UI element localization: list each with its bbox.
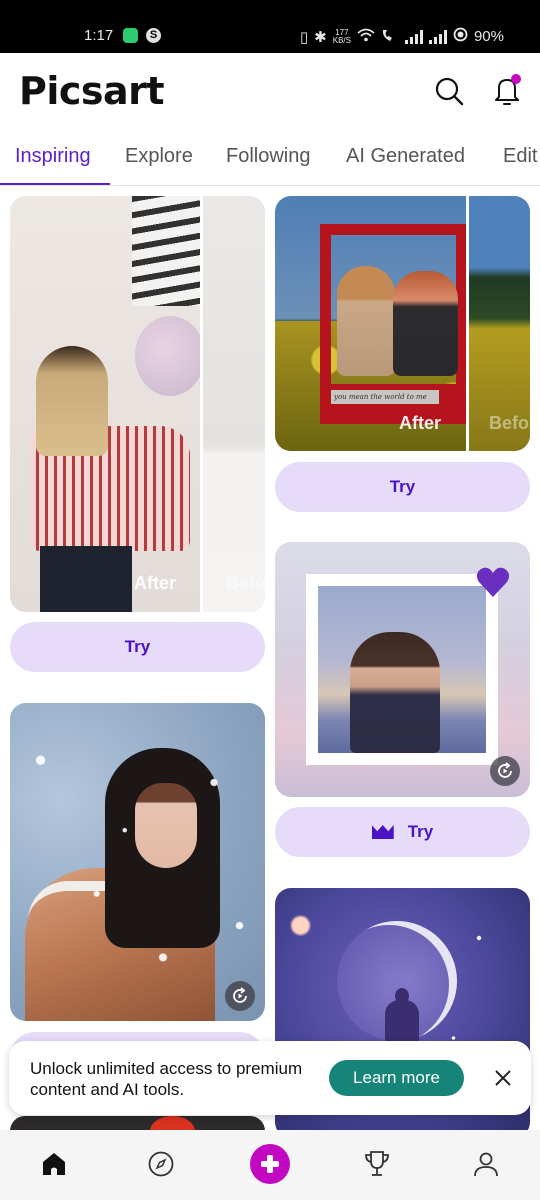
try-label: Try bbox=[389, 477, 416, 496]
home-icon bbox=[43, 1153, 65, 1175]
close-icon bbox=[495, 1070, 511, 1086]
premium-promo-banner: Unlock unlimited access to premium conte… bbox=[9, 1041, 531, 1115]
before-image bbox=[203, 196, 265, 612]
replay-icon bbox=[233, 987, 247, 1003]
nav-profile[interactable] bbox=[470, 1148, 502, 1180]
try-label: Try bbox=[124, 637, 151, 656]
hair bbox=[36, 346, 108, 456]
premium-try-button[interactable]: Try bbox=[275, 807, 530, 857]
network-speed-unit: KB/S bbox=[332, 35, 351, 45]
signal-icon-1 bbox=[404, 29, 423, 44]
text-sticker-overlay bbox=[132, 196, 202, 306]
status-bar: 1:17 S ▯ ✱ 177 KB/S 90% bbox=[0, 0, 540, 53]
learn-more-button[interactable]: Learn more bbox=[329, 1060, 464, 1096]
feed-card-before-after-1[interactable]: After Befo bbox=[10, 196, 265, 612]
tab-ai-generated[interactable]: AI Generated bbox=[346, 145, 465, 168]
nav-explore[interactable] bbox=[145, 1148, 177, 1180]
search-button[interactable] bbox=[434, 76, 464, 106]
pants bbox=[40, 546, 132, 612]
person bbox=[350, 632, 440, 753]
crown-icon bbox=[371, 825, 394, 839]
picsart-home-screen: 1:17 S ▯ ✱ 177 KB/S 90% Picsart Inspirin… bbox=[0, 0, 540, 1200]
wifi-icon bbox=[357, 28, 375, 46]
snow-effect bbox=[10, 703, 265, 1021]
heart-sticker-icon bbox=[476, 567, 510, 597]
person-2 bbox=[393, 271, 458, 376]
compass-icon bbox=[148, 1151, 174, 1177]
status-time: 1:17 bbox=[84, 27, 114, 44]
trophy-icon bbox=[365, 1151, 389, 1176]
notifications-button[interactable] bbox=[491, 74, 523, 106]
vibrate-icon: ▯ bbox=[299, 28, 309, 46]
signal-icon-2 bbox=[428, 29, 447, 44]
notification-badge bbox=[511, 74, 521, 84]
before-label: Befo bbox=[226, 573, 265, 593]
wifi-calling-icon bbox=[381, 28, 399, 46]
tab-edit[interactable]: Edit bbox=[503, 145, 537, 168]
plus-icon bbox=[261, 1155, 279, 1173]
feed-card-template-4[interactable] bbox=[10, 703, 265, 1021]
feed-card-template-3[interactable] bbox=[275, 542, 530, 797]
try-button[interactable]: Try bbox=[10, 622, 265, 672]
close-promo-button[interactable] bbox=[491, 1066, 515, 1090]
after-label: After bbox=[399, 413, 442, 433]
nav-create-button[interactable] bbox=[250, 1144, 290, 1184]
feed-tabs: Inspiring Explore Following AI Generated… bbox=[0, 129, 540, 186]
skype-notification-icon: S bbox=[146, 28, 161, 43]
person-1 bbox=[337, 266, 395, 376]
nav-challenges[interactable] bbox=[361, 1148, 393, 1180]
replay-button[interactable] bbox=[490, 756, 520, 786]
app-header: Picsart bbox=[0, 53, 540, 129]
balloon bbox=[135, 316, 205, 396]
replay-button[interactable] bbox=[225, 981, 255, 1011]
status-icons: ▯ ✱ 177 KB/S 90% bbox=[300, 27, 504, 46]
battery-saver-icon bbox=[453, 27, 468, 46]
active-tab-indicator bbox=[0, 183, 110, 185]
promo-text: Unlock unlimited access to premium conte… bbox=[30, 1059, 303, 1099]
picsart-logo[interactable]: Picsart bbox=[19, 69, 165, 113]
network-speed: 177 KB/S bbox=[332, 28, 351, 45]
tab-inspiring[interactable]: Inspiring bbox=[15, 145, 91, 168]
after-image bbox=[10, 196, 205, 612]
after-label: After bbox=[134, 573, 177, 593]
bottom-navigation bbox=[0, 1130, 540, 1200]
try-label: Try bbox=[407, 822, 434, 841]
caption-sticker: you mean the world to me bbox=[331, 390, 439, 404]
before-label: Befo bbox=[489, 413, 529, 433]
battery-percent: 90% bbox=[473, 28, 504, 45]
tab-explore[interactable]: Explore bbox=[125, 145, 193, 168]
app-notification-icon bbox=[123, 28, 138, 43]
feed-card-before-after-2[interactable]: you mean the world to me After Befo bbox=[275, 196, 530, 451]
replay-icon bbox=[498, 762, 512, 778]
person-icon bbox=[474, 1152, 498, 1177]
search-icon bbox=[435, 77, 464, 106]
nav-home[interactable] bbox=[38, 1148, 70, 1180]
tab-following[interactable]: Following bbox=[226, 145, 310, 168]
bluetooth-icon: ✱ bbox=[314, 28, 327, 46]
try-button[interactable]: Try bbox=[275, 462, 530, 512]
